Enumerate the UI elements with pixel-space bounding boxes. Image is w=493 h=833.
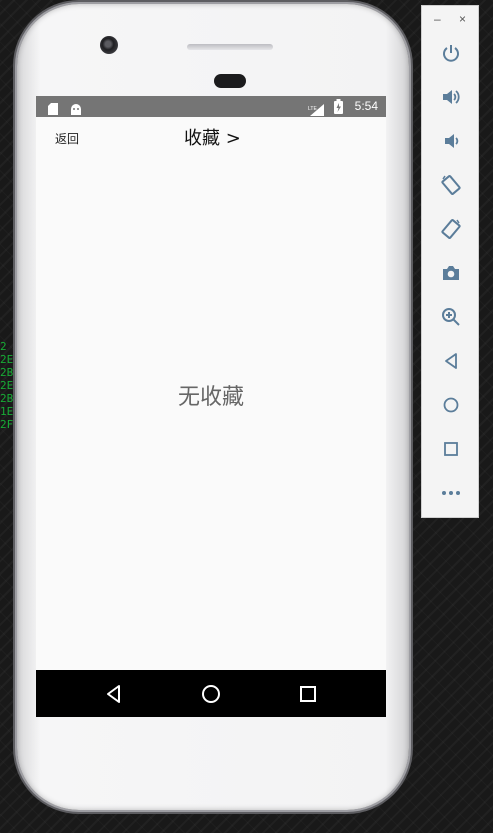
page-title[interactable]: 收藏 > — [184, 124, 241, 150]
status-bar: LTE 5:54 — [36, 96, 386, 117]
close-button[interactable]: × — [459, 12, 466, 26]
status-time: 5:54 — [354, 99, 378, 113]
app-header: 返回 收藏 > — [36, 117, 386, 157]
volume-up-icon[interactable] — [439, 85, 463, 109]
front-camera — [100, 36, 118, 54]
home-circle-icon[interactable] — [199, 682, 223, 706]
overview-icon[interactable] — [439, 437, 463, 461]
back-icon[interactable] — [439, 349, 463, 373]
battery-icon — [334, 99, 343, 118]
home-icon[interactable] — [439, 393, 463, 417]
navigation-bar — [36, 670, 386, 717]
emulator-toolbar: – × — [421, 5, 479, 518]
phone-screen: LTE 5:54 返回 收藏 > 无收藏 — [36, 96, 386, 717]
volume-down-icon[interactable] — [439, 129, 463, 153]
back-triangle-icon[interactable] — [102, 682, 126, 706]
zoom-icon[interactable] — [439, 305, 463, 329]
empty-state-text: 无收藏 — [177, 385, 244, 410]
more-icon[interactable] — [439, 481, 463, 505]
recents-square-icon[interactable] — [296, 682, 320, 706]
back-link[interactable]: 返回 — [55, 130, 79, 147]
power-icon[interactable] — [439, 41, 463, 65]
camera-icon[interactable] — [439, 261, 463, 285]
earpiece-speaker — [187, 44, 273, 50]
rotate-right-icon[interactable] — [439, 217, 463, 241]
lte-label: LTE — [308, 106, 317, 112]
proximity-sensor — [214, 74, 246, 88]
rotate-left-icon[interactable] — [439, 173, 463, 197]
minimize-button[interactable]: – — [434, 12, 441, 26]
